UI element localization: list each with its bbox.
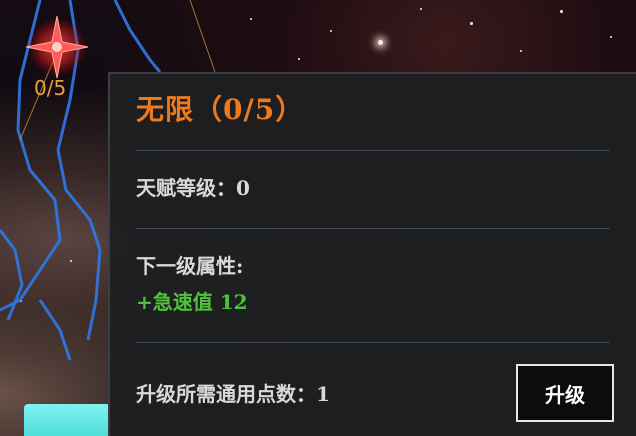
upgrade-cost: 升级所需通用点数：1 — [136, 382, 330, 406]
next-level-heading: 下一级属性: — [136, 254, 244, 278]
talent-level: 天赋等级：0 — [136, 176, 250, 200]
divider — [136, 228, 610, 229]
divider — [136, 342, 610, 343]
game-scene: 0/5 无限（0/5） 天赋等级：0 下一级属性: +急速值 12 升级所需通用… — [0, 0, 636, 436]
talent-title: 无限（0/5） — [136, 93, 305, 126]
upgrade-button[interactable]: 升级 — [516, 364, 614, 422]
divider — [136, 150, 610, 151]
red-star-icon[interactable] — [22, 12, 92, 82]
next-level-bonus: +急速值 12 — [136, 290, 248, 314]
talent-tooltip: 无限（0/5） 天赋等级：0 下一级属性: +急速值 12 升级所需通用点数：1… — [108, 72, 636, 436]
node-progress-label: 0/5 — [34, 76, 67, 100]
cyan-action-button[interactable] — [24, 404, 110, 436]
